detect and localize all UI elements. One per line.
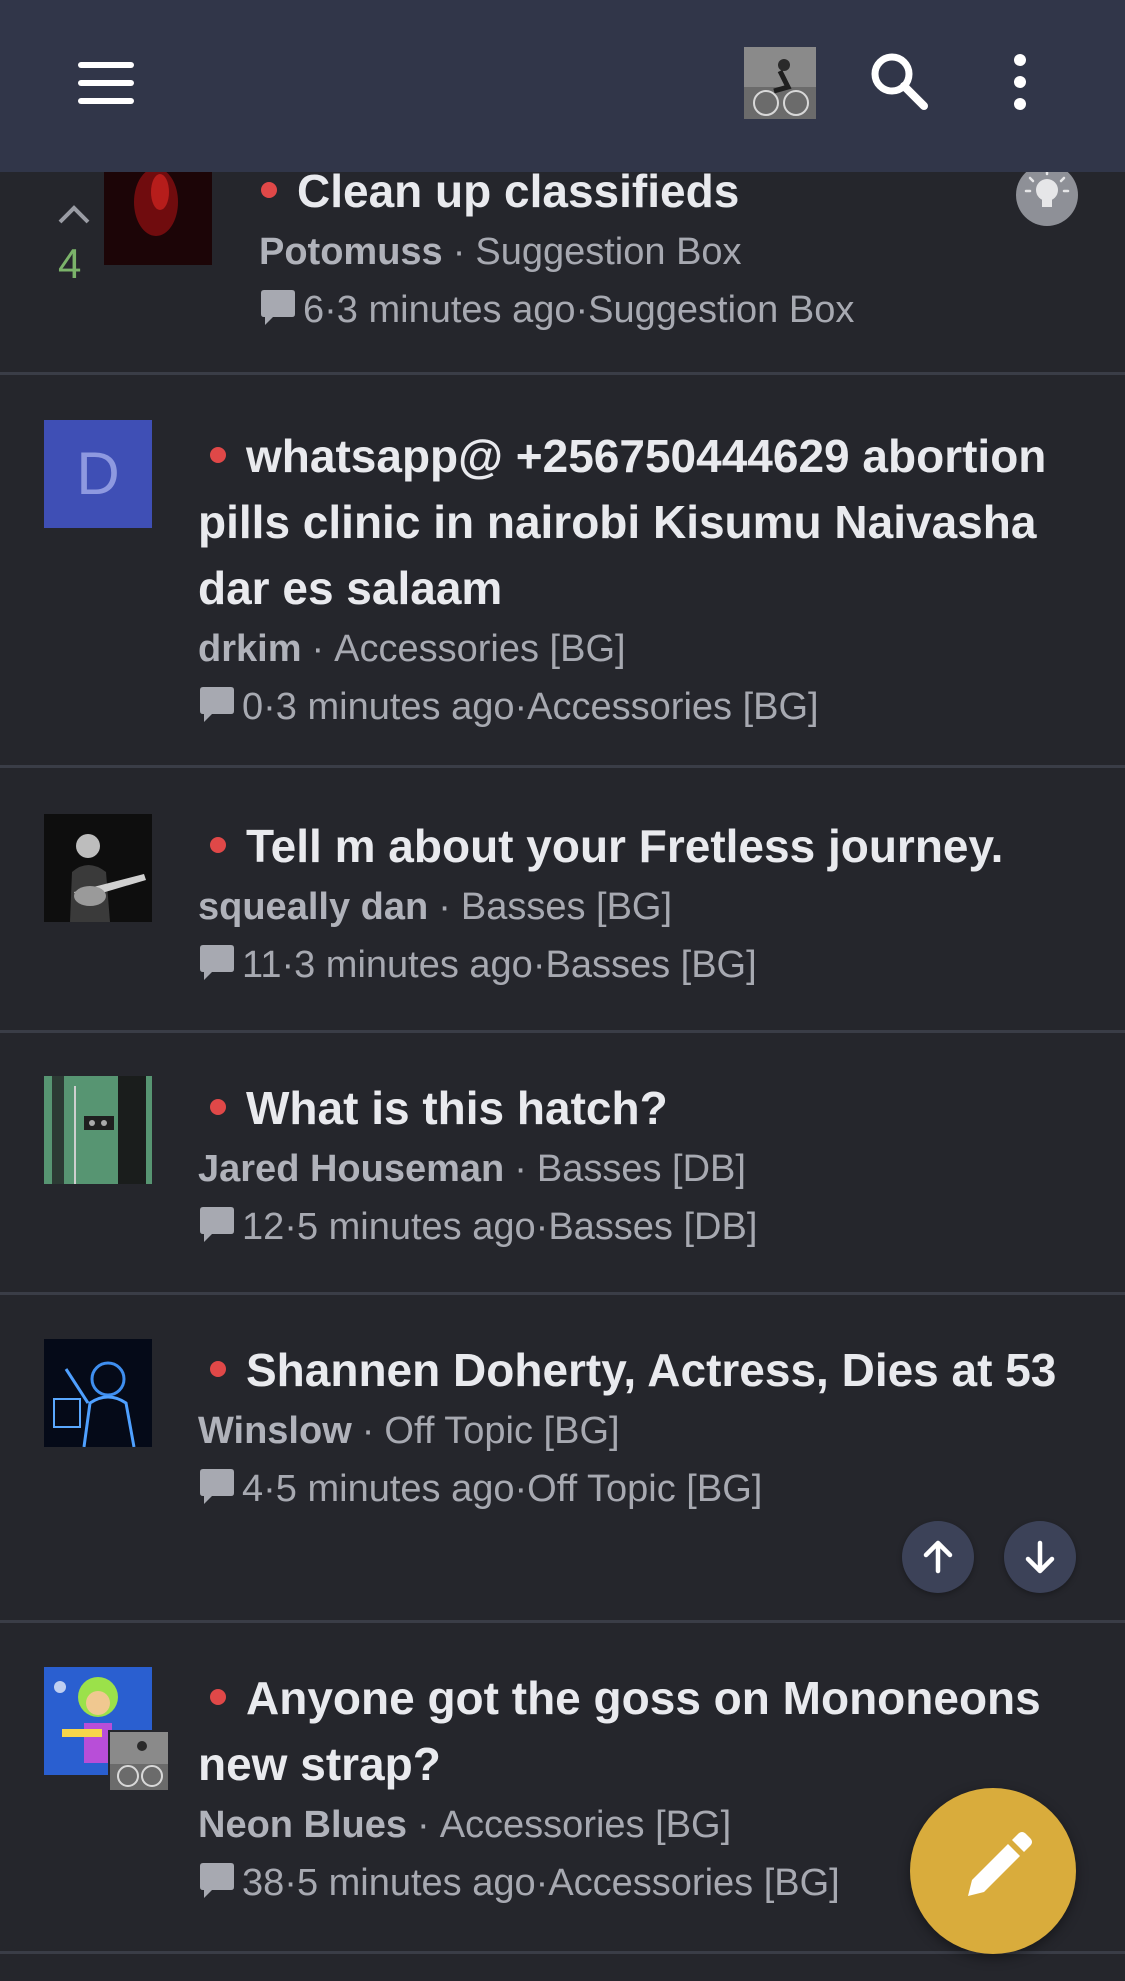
unread-dot	[210, 446, 226, 463]
topic-title-text[interactable]: whatsapp@ +256750444629 abortion pills c…	[198, 430, 1046, 614]
topic-title[interactable]: Tell m about your Fretless journey.	[198, 813, 1078, 879]
topic-meta: Potomuss · Suggestion Box	[259, 231, 742, 273]
lightbulb-icon[interactable]	[1016, 164, 1078, 226]
reply-count: 4	[242, 1468, 264, 1510]
reply-count: 12	[242, 1206, 285, 1248]
topic-row[interactable]: Shannen Doherty, Actress, Dies at 53 Win…	[0, 1295, 1125, 1623]
reply-count: 38	[242, 1862, 285, 1904]
comment-bubble-icon	[200, 1863, 234, 1898]
unread-dot	[210, 1098, 226, 1115]
category-link[interactable]: Accessories [BG]	[334, 628, 625, 670]
reply-count: 0	[242, 686, 264, 728]
category-link[interactable]: Basses [DB]	[537, 1148, 746, 1190]
arrow-down-icon	[1025, 1540, 1055, 1574]
topic-title[interactable]: Anyone got the goss on Mononeons new str…	[198, 1665, 1078, 1797]
topic-stats: 12·5 minutes ago·Basses [DB]	[198, 1199, 1078, 1255]
activity-time: 3 minutes ago	[275, 686, 515, 728]
topic-content: What is this hatch? Jared Houseman · Basse…	[198, 1075, 1078, 1255]
topic-title[interactable]: Shannen Doherty, Actress, Dies at 53	[198, 1337, 1078, 1403]
topic-content: Tell m about your Fretless journey. sque…	[198, 813, 1078, 993]
author-name[interactable]: squeally dan	[198, 886, 428, 928]
topic-title[interactable]: whatsapp@ +256750444629 abortion pills c…	[198, 423, 1078, 621]
category-link[interactable]: Suggestion Box	[475, 231, 741, 273]
avatar-letter: D	[76, 440, 120, 507]
category-link[interactable]: Off Topic [BG]	[384, 1410, 619, 1452]
topic-row[interactable]: D whatsapp@ +256750444629 abortion pills…	[0, 375, 1125, 768]
author-name[interactable]: Jared Houseman	[198, 1148, 504, 1190]
reply-count: 6	[303, 289, 325, 331]
author-name[interactable]: Winslow	[198, 1410, 352, 1452]
author-name[interactable]: drkim	[198, 628, 301, 670]
activity-time: 5 minutes ago	[275, 1468, 515, 1510]
unread-dot	[210, 1688, 226, 1705]
unread-dot	[210, 836, 226, 853]
category-label[interactable]: Accessories [BG]	[527, 686, 818, 728]
comment-bubble-icon	[200, 945, 234, 980]
category-label[interactable]: Off Topic [BG]	[527, 1468, 762, 1510]
category-link[interactable]: Basses [BG]	[461, 886, 672, 928]
user-avatar[interactable]	[744, 47, 816, 119]
more-vertical-icon[interactable]	[1000, 52, 1040, 112]
topic-thumbnail[interactable]	[44, 814, 152, 922]
vote-count: 4	[58, 240, 82, 287]
search-icon[interactable]	[868, 50, 930, 112]
hamburger-menu-icon[interactable]	[78, 62, 134, 104]
reply-count: 11	[242, 944, 282, 986]
author-name[interactable]: Potomuss	[259, 231, 443, 273]
author-name[interactable]: Neon Blues	[198, 1804, 407, 1846]
topic-content: Clean up classifieds Potomuss · Suggestion…	[259, 158, 1019, 338]
topic-title-text[interactable]: Anyone got the goss on Mononeons new str…	[198, 1672, 1041, 1790]
upvote-chevron-icon[interactable]	[56, 202, 92, 226]
topic-meta: Jared Houseman · Basses [DB]	[198, 1148, 746, 1190]
category-link[interactable]: Accessories [BG]	[440, 1804, 731, 1846]
scroll-down-button[interactable]	[1004, 1521, 1076, 1593]
top-bar	[0, 0, 1125, 172]
topic-stats: 11·3 minutes ago·Basses [BG]	[198, 937, 1078, 993]
topic-thumbnail[interactable]	[44, 1076, 152, 1184]
topic-title-text[interactable]: Shannen Doherty, Actress, Dies at 53	[246, 1344, 1056, 1396]
unread-dot	[261, 181, 277, 198]
topic-stats: 4·5 minutes ago·Off Topic [BG]	[198, 1461, 1078, 1517]
topic-thumbnail[interactable]	[104, 172, 212, 265]
topic-content: whatsapp@ +256750444629 abortion pills c…	[198, 423, 1078, 735]
comment-bubble-icon	[261, 290, 295, 325]
arrow-up-icon	[923, 1540, 953, 1574]
topic-meta: squeally dan · Basses [BG]	[198, 886, 673, 928]
topic-meta: drkim · Accessories [BG]	[198, 628, 626, 670]
topic-title-text[interactable]: Clean up classifieds	[297, 165, 739, 217]
activity-time: 5 minutes ago	[296, 1206, 536, 1248]
topic-title[interactable]: What is this hatch?	[198, 1075, 1078, 1141]
topic-stats: 0·3 minutes ago·Accessories [BG]	[198, 679, 1078, 735]
unread-dot	[210, 1360, 226, 1377]
topic-stats: 6·3 minutes ago·Suggestion Box	[259, 282, 1019, 338]
category-label[interactable]: Suggestion Box	[588, 289, 854, 331]
category-label[interactable]: Basses [DB]	[548, 1206, 757, 1248]
secondary-avatar[interactable]	[108, 1730, 170, 1792]
letter-avatar[interactable]: D	[44, 420, 152, 528]
topic-row[interactable]: Tell m about your Fretless journey. sque…	[0, 768, 1125, 1033]
scroll-up-button[interactable]	[902, 1521, 974, 1593]
activity-time: 3 minutes ago	[336, 289, 576, 331]
activity-time: 3 minutes ago	[294, 944, 533, 986]
comment-bubble-icon	[200, 1207, 234, 1242]
category-label[interactable]: Accessories [BG]	[548, 1862, 839, 1904]
topic-thumbnail[interactable]	[44, 1339, 152, 1447]
category-label[interactable]: Basses [BG]	[545, 944, 756, 986]
comment-bubble-icon	[200, 687, 234, 722]
topic-content: Shannen Doherty, Actress, Dies at 53 Win…	[198, 1337, 1078, 1517]
topic-row[interactable]: What is this hatch? Jared Houseman · Basse…	[0, 1033, 1125, 1295]
topic-meta: Winslow · Off Topic [BG]	[198, 1410, 620, 1452]
topic-title-text[interactable]: What is this hatch?	[246, 1082, 668, 1134]
pencil-icon	[968, 1832, 1032, 1896]
comment-bubble-icon	[200, 1469, 234, 1504]
topic-title-text[interactable]: Tell m about your Fretless journey.	[246, 820, 1003, 872]
activity-time: 5 minutes ago	[296, 1862, 536, 1904]
compose-button[interactable]	[910, 1788, 1076, 1954]
